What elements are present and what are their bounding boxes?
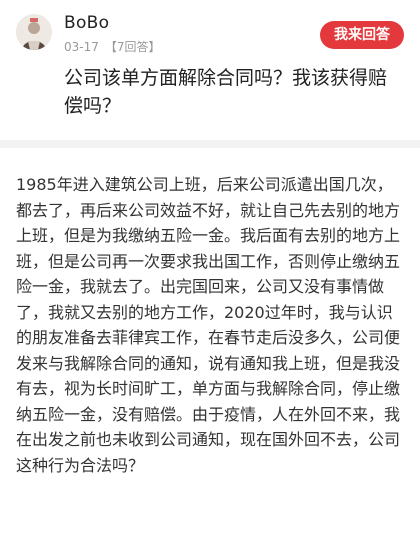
question-date: 03-17 — [64, 40, 99, 54]
answer-button[interactable]: 我来回答 — [320, 21, 404, 49]
question-meta: 03-17 【7回答】 — [64, 38, 161, 55]
answer-count: 【7回答】 — [104, 40, 161, 54]
avatar[interactable] — [16, 14, 52, 50]
question-title: 公司该单方面解除合同吗？我该获得赔偿吗？ — [64, 67, 388, 117]
section-divider — [0, 140, 420, 148]
avatar-image-icon — [16, 14, 52, 50]
username[interactable]: BoBo — [64, 13, 109, 33]
question-body: 1985年进入建筑公司上班，后来公司派遣出国几次，都去了，再后来公司效益不好，就… — [16, 175, 401, 475]
question-header: BoBo 03-17 【7回答】 我来回答 公司该单方面解除合同吗？我该获得赔偿吗… — [0, 0, 420, 140]
